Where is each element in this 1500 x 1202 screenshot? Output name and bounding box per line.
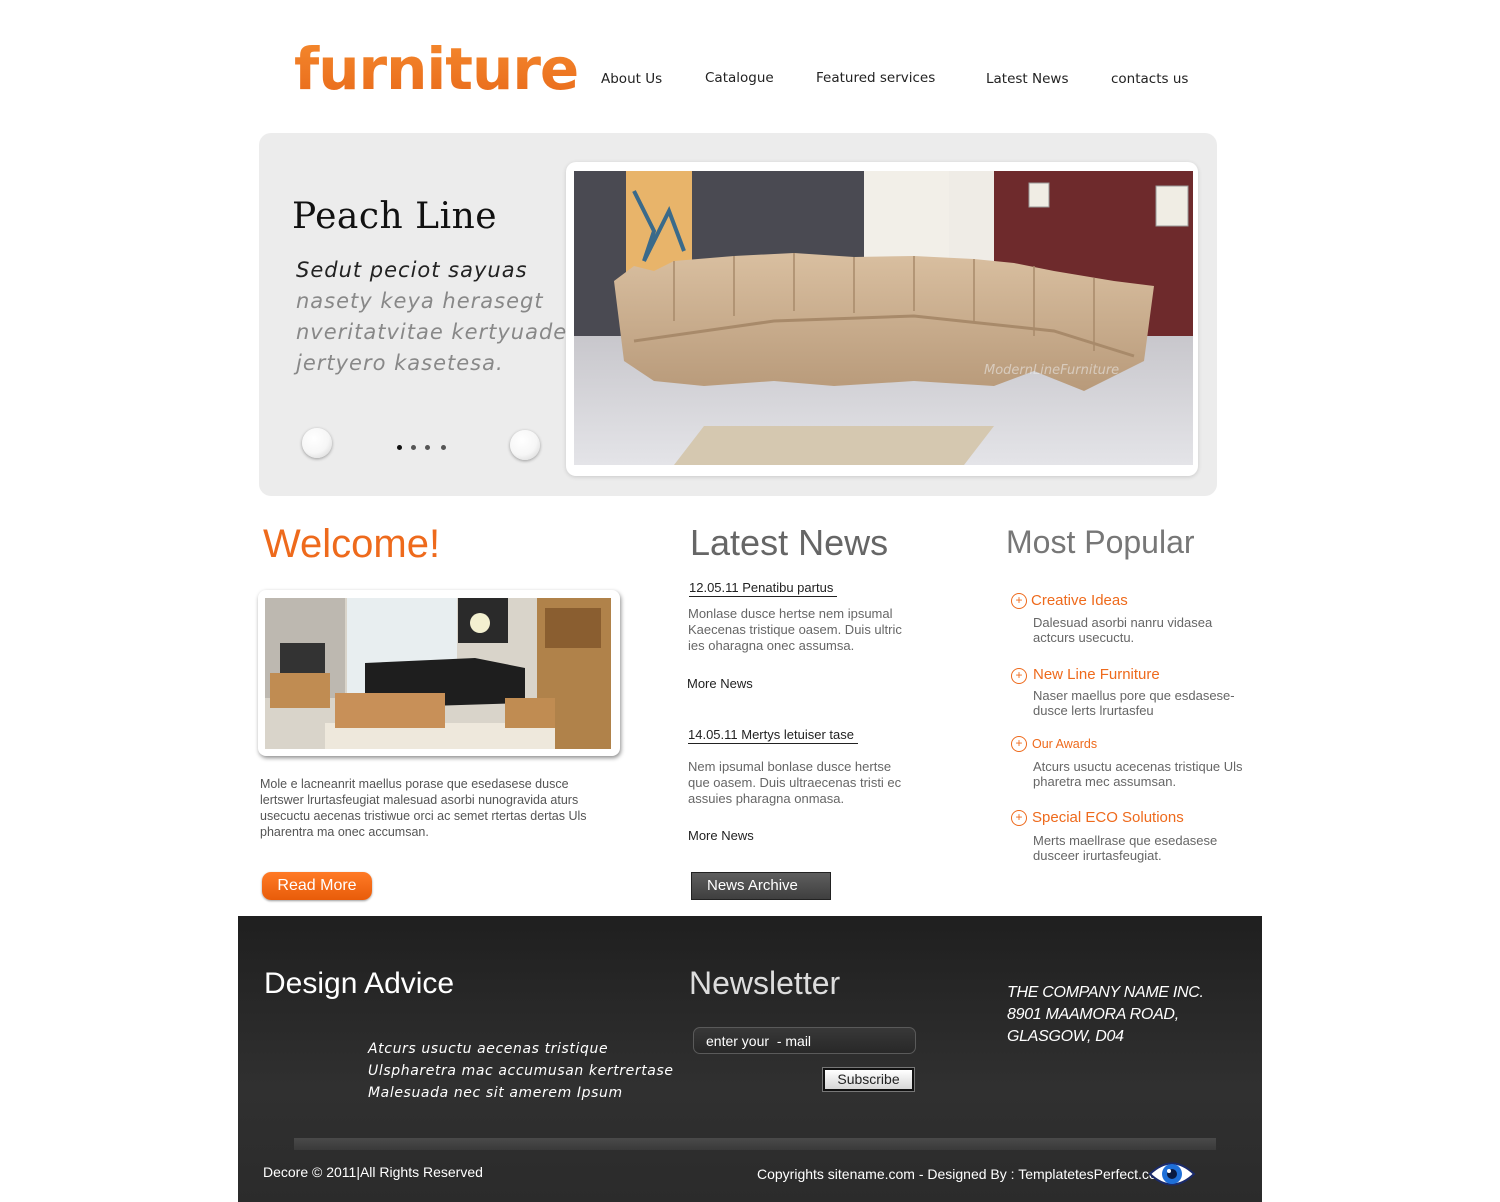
- design-advice-title: Design Advice: [264, 967, 455, 1000]
- slider-text-line: Sedut peciot sayuas: [296, 258, 528, 282]
- popular-text: Atcurs usuctu acecenas tristique Uls pha…: [1033, 759, 1243, 789]
- popular-link[interactable]: Special ECO Solutions: [1032, 809, 1184, 826]
- address-line: THE COMPANY NAME INC.: [1007, 984, 1204, 1001]
- slider-prev-button[interactable]: [302, 428, 332, 458]
- sofa-image: ModernLineFurniture: [574, 171, 1193, 465]
- living-room-image: [265, 598, 611, 749]
- nav-about-us[interactable]: About Us: [601, 71, 662, 87]
- footer-divider: [294, 1138, 1216, 1150]
- popular-text: Naser maellus pore que esdasese-dusce le…: [1033, 688, 1235, 718]
- plus-circle-icon: +: [1011, 736, 1027, 752]
- quote-line: Ulspharetra mac accumusan kertrertase: [368, 1063, 674, 1079]
- newsletter-title: Newsletter: [689, 965, 841, 1001]
- nav-contacts-us[interactable]: contacts us: [1111, 71, 1188, 87]
- nav-featured-services[interactable]: Featured services: [816, 70, 935, 86]
- slider-text-line: nveritatvitae kertyuade: [296, 320, 568, 344]
- popular-text: Dalesuad asorbi nanru vidasea actcurs us…: [1033, 615, 1213, 645]
- popular-link[interactable]: New Line Furniture: [1033, 666, 1160, 683]
- copyright-left: Decore © 2011|All Rights Reserved: [263, 1164, 483, 1180]
- eye-icon: [1148, 1157, 1196, 1191]
- welcome-text: Mole e lacneanrit maellus porase que ese…: [260, 777, 587, 839]
- welcome-title: Welcome!: [263, 522, 441, 566]
- nav-catalogue[interactable]: Catalogue: [705, 70, 774, 86]
- latest-news-title: Latest News: [690, 522, 889, 563]
- plus-circle-icon: +: [1011, 668, 1027, 684]
- news-body: Monlase dusce hertse nem ipsumal Kaecena…: [688, 606, 902, 653]
- news-headline[interactable]: 14.05.11 Mertys letuiser tase: [688, 727, 858, 744]
- nav-latest-news[interactable]: Latest News: [986, 71, 1069, 87]
- most-popular-title: Most Popular: [1006, 524, 1195, 560]
- news-headline[interactable]: 12.05.11 Penatibu partus: [689, 580, 838, 597]
- slider-dot[interactable]: [411, 445, 416, 450]
- company-address: THE COMPANY NAME INC. 8901 MAAMORA ROAD,…: [1007, 982, 1204, 1048]
- subscribe-button[interactable]: Subscribe: [823, 1068, 914, 1091]
- slider-text: Sedut peciot sayuas nasety keya herasegt…: [296, 255, 571, 379]
- watermark-text: ModernLineFurniture: [984, 363, 1119, 378]
- popular-link[interactable]: Our Awards: [1032, 737, 1097, 751]
- plus-circle-icon: +: [1011, 593, 1027, 609]
- design-quote: Atcurs usuctu aecenas tristique Ulsphare…: [368, 1038, 674, 1104]
- slider-dot[interactable]: [425, 445, 430, 450]
- slider-title: Peach Line: [292, 196, 498, 237]
- copyright-right[interactable]: Copyrights sitename.com - Designed By : …: [757, 1166, 1168, 1182]
- address-line: 8901 MAAMORA ROAD,: [1007, 1006, 1179, 1023]
- slider-dot[interactable]: [441, 445, 446, 450]
- newsletter-email-input[interactable]: [693, 1027, 916, 1054]
- read-more-button[interactable]: Read More: [262, 872, 372, 900]
- quote-line: Malesuada nec sit amerem Ipsum: [368, 1085, 623, 1101]
- slider-dot[interactable]: [397, 445, 402, 450]
- popular-link[interactable]: Creative Ideas: [1031, 592, 1128, 609]
- slider-next-button[interactable]: [510, 430, 540, 460]
- address-line: GLASGOW, D04: [1007, 1028, 1124, 1045]
- more-news-link[interactable]: More News: [687, 676, 753, 691]
- site-logo[interactable]: furniture: [294, 34, 579, 104]
- popular-text: Merts maellrase que esedasese dusceer ir…: [1033, 833, 1218, 863]
- news-body: Nem ipsumal bonlase dusce hertse que oas…: [688, 759, 902, 806]
- news-archive-button[interactable]: News Archive: [691, 872, 831, 900]
- quote-line: Atcurs usuctu aecenas tristique: [368, 1041, 609, 1057]
- slider-text-line: jertyero kasetesa.: [296, 351, 504, 375]
- more-news-link[interactable]: More News: [688, 828, 754, 843]
- plus-circle-icon: +: [1011, 810, 1027, 826]
- slider-text-line: nasety keya herasegt: [296, 289, 544, 313]
